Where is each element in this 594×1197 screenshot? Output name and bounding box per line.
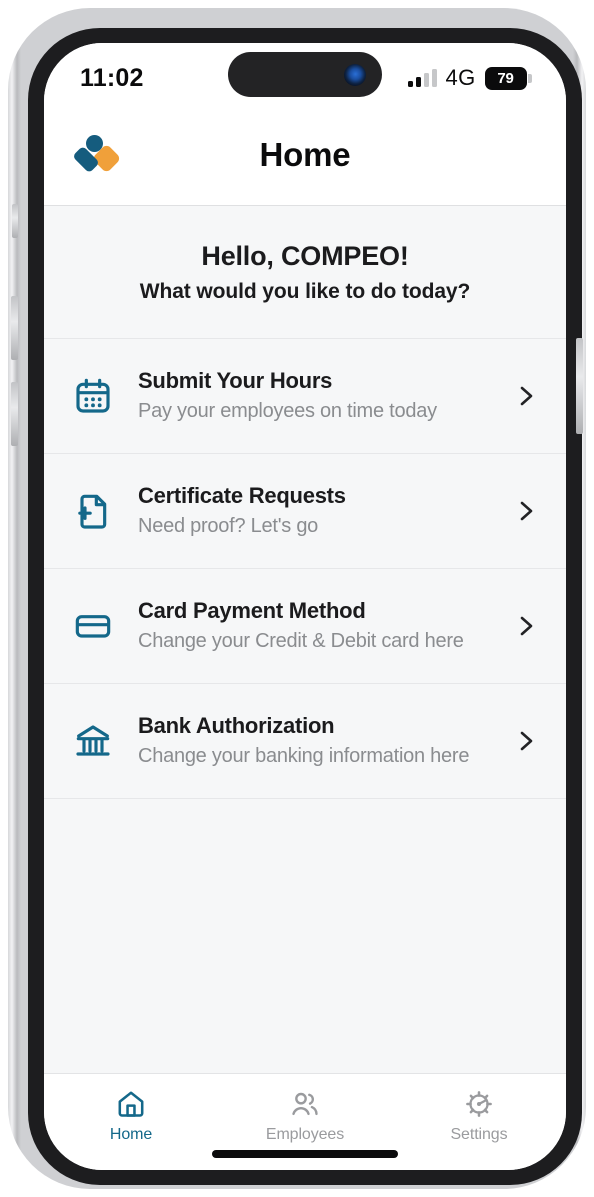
app-header: Home [44, 105, 566, 206]
menu-item-bank-authorization[interactable]: Bank Authorization Change your banking i… [44, 684, 566, 799]
greeting-section: Hello, COMPEO! What would you like to do… [44, 206, 566, 339]
menu-item-text-group: Submit Your Hours Pay your employees on … [138, 367, 516, 425]
menu-item-text-group: Card Payment Method Change your Credit &… [138, 597, 516, 655]
battery-percent-label: 79 [497, 69, 514, 87]
tab-employees-label: Employees [265, 1126, 345, 1143]
menu-item-title: Bank Authorization [138, 713, 335, 739]
tab-settings[interactable]: Settings [392, 1087, 566, 1144]
menu-item-subtitle: Need proof? Let's go [138, 514, 319, 537]
menu-item-text-group: Certificate Requests Need proof? Let's g… [138, 482, 516, 540]
tab-home-label: Home [109, 1126, 153, 1143]
battery-icon: 79 [484, 66, 532, 90]
greeting-subheadline: What would you like to do today? [139, 279, 471, 303]
page-title: Home [259, 136, 351, 173]
network-type-label: 4G [445, 65, 476, 90]
credit-card-icon [70, 603, 116, 649]
menu-item-title: Card Payment Method [138, 598, 366, 624]
gear-icon [462, 1087, 496, 1121]
menu-item-subtitle: Change your Credit & Debit card here [138, 629, 464, 652]
menu-item-submit-hours[interactable]: Submit Your Hours Pay your employees on … [44, 339, 566, 454]
home-icon [114, 1087, 148, 1121]
menu-item-title: Submit Your Hours [138, 368, 333, 394]
chevron-right-icon [516, 611, 538, 641]
status-bar-indicators: 4G 79 [407, 57, 532, 91]
tab-settings-label: Settings [450, 1126, 508, 1143]
status-bar-clock: 11:02 [80, 63, 144, 92]
menu-item-subtitle: Pay your employees on time today [138, 399, 437, 422]
bank-icon [70, 718, 116, 764]
menu-item-card-payment-method[interactable]: Card Payment Method Change your Credit &… [44, 569, 566, 684]
phone-screen: 11:02 4G 79 Home Hello, COMPEO! What wou… [44, 43, 566, 1170]
chevron-right-icon [516, 381, 538, 411]
silent-switch-button[interactable] [12, 204, 18, 238]
dynamic-island [228, 52, 382, 97]
front-camera-icon [344, 63, 366, 86]
menu-item-text-group: Bank Authorization Change your banking i… [138, 712, 516, 770]
people-icon [288, 1087, 322, 1121]
calendar-icon [70, 373, 116, 419]
home-indicator[interactable] [212, 1150, 398, 1158]
cellular-bars-icon [407, 69, 437, 87]
phone-frame: 11:02 4G 79 Home Hello, COMPEO! What wou… [8, 8, 586, 1189]
volume-down-button[interactable] [11, 382, 18, 446]
power-button[interactable] [576, 338, 583, 434]
tab-home[interactable]: Home [44, 1087, 218, 1144]
chevron-right-icon [516, 496, 538, 526]
menu-item-certificate-requests[interactable]: Certificate Requests Need proof? Let's g… [44, 454, 566, 569]
app-logo-icon [72, 133, 120, 177]
action-menu-list: Submit Your Hours Pay your employees on … [44, 339, 566, 799]
document-add-icon [70, 488, 116, 534]
volume-up-button[interactable] [11, 296, 18, 360]
menu-item-subtitle: Change your banking information here [138, 744, 470, 767]
greeting-headline: Hello, COMPEO! [201, 240, 409, 271]
screenshot-root: 11:02 4G 79 Home Hello, COMPEO! What wou… [0, 0, 594, 1197]
tab-employees[interactable]: Employees [218, 1087, 392, 1144]
menu-item-title: Certificate Requests [138, 483, 346, 509]
chevron-right-icon [516, 726, 538, 756]
